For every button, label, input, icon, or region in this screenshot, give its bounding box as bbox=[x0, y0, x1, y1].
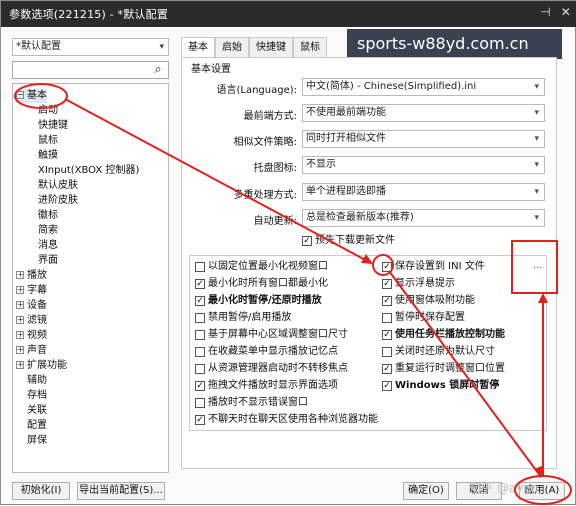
annotation-arrow-2 bbox=[388, 270, 542, 478]
annotation-arrowhead-3 bbox=[538, 293, 548, 303]
annotation-overlay bbox=[14, 83, 572, 505]
annotation-rect-ini-more bbox=[511, 240, 558, 294]
annotation-circle-basic bbox=[14, 83, 68, 109]
annotation-circle-apply bbox=[514, 475, 572, 505]
annotation-arrow-1 bbox=[64, 98, 372, 264]
settings-window: 参数选项(221215) - *默认配置 ⊣ ✕ *默认配置 ▾ ⌕ − 基本 启… bbox=[0, 0, 576, 505]
